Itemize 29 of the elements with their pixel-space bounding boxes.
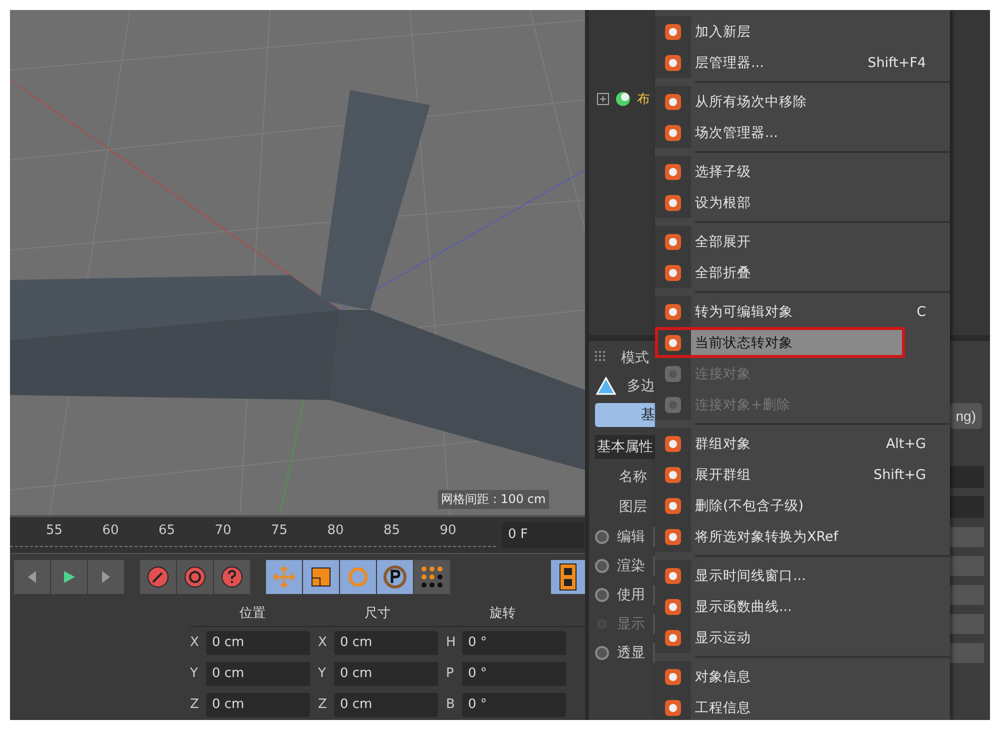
axis-label: Z: [318, 697, 328, 712]
column-heading: 位置: [238, 605, 266, 622]
axis-label: X: [318, 635, 328, 650]
axis-label: P: [446, 666, 455, 681]
axis-label: H: [446, 635, 457, 650]
axis-label: Y: [190, 666, 199, 681]
frame-number: 75: [271, 523, 289, 538]
frame-number: 65: [158, 523, 176, 538]
frame-number: 55: [46, 523, 64, 538]
axis-label: X: [190, 635, 200, 650]
frame-number: 80: [327, 523, 345, 538]
object-type-label: 多边: [627, 377, 655, 395]
option-label: 渲染: [617, 556, 645, 574]
axis-label: B: [446, 697, 456, 712]
frame-number: 60: [102, 523, 120, 538]
option-label: 使用: [617, 586, 645, 604]
option-label: 显示: [617, 614, 645, 632]
frame-number: 85: [384, 523, 402, 538]
option-label: 编辑: [617, 528, 645, 546]
axis-label: Y: [318, 666, 327, 681]
field-label: 名称: [619, 468, 647, 486]
option-label: 透显: [617, 644, 645, 662]
column-heading: 旋转: [488, 605, 516, 622]
column-heading: 尺寸: [364, 605, 392, 622]
axis-label: Z: [190, 697, 200, 712]
frame-number: 90: [440, 523, 458, 538]
grid-spacing-label: 网格间距 : 100 cm: [438, 490, 549, 509]
field-label: 图层: [619, 498, 647, 516]
frame-number: 70: [214, 523, 232, 538]
